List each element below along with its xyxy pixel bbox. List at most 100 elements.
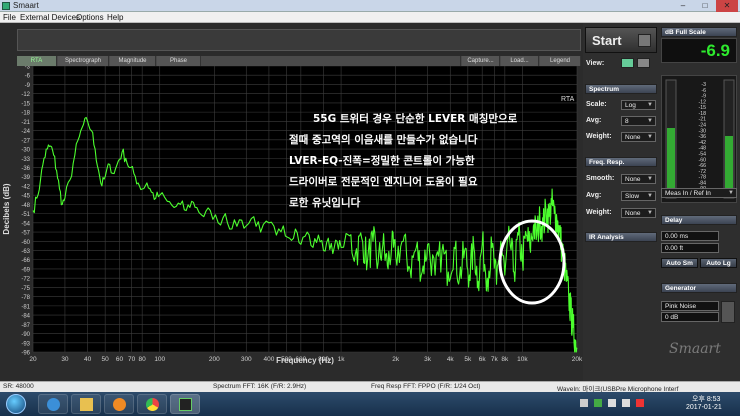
start-button[interactable]: Start	[585, 27, 657, 53]
annotation-line-2: 절때 중고역의 이음새를 만들수가 없습니다	[289, 133, 478, 146]
generator-type-field[interactable]: Pink Noise	[661, 301, 719, 311]
delay-header: Delay	[661, 215, 737, 225]
generator-toggle[interactable]	[721, 301, 735, 323]
taskbar-ie[interactable]	[38, 394, 68, 414]
auto-sm-button[interactable]: Auto Sm	[661, 258, 698, 268]
scale-label: Scale:	[586, 101, 607, 108]
minimize-button[interactable]: –	[672, 0, 694, 12]
meter-graphic: -3-6-9-12-15-18-21-24-30-36-42-48-54-60-…	[665, 79, 735, 199]
annotation-line-1: 55G 트위터 경우 단순한 LEVER 매칭만으로	[313, 112, 518, 125]
x-tick-label: 2k	[392, 356, 400, 363]
spectrum-weight-select[interactable]: None ▼	[621, 132, 656, 142]
chevron-down-icon: ▼	[728, 190, 734, 196]
delay-ft-field[interactable]: 0.00 ft	[661, 243, 719, 253]
menu-file[interactable]: File	[3, 13, 16, 22]
meter-fill-left	[667, 128, 675, 197]
generator-level-field[interactable]: 0 dB	[661, 312, 719, 322]
dbfs-readout: -6.9	[661, 38, 737, 63]
taskbar-media[interactable]	[104, 394, 134, 414]
x-tick-label: 6k	[479, 356, 487, 363]
taskbar-explorer[interactable]	[71, 394, 101, 414]
freq-weight-label: Weight:	[586, 209, 612, 216]
title-bar: Smaart – □ ✕	[0, 0, 740, 12]
scale-value: Log	[625, 102, 636, 109]
app-icon	[2, 2, 10, 10]
legend-button[interactable]: Legend	[540, 56, 581, 66]
auto-lg-button[interactable]: Auto Lg	[700, 258, 737, 268]
spectrum-avg-select[interactable]: 8 ▼	[621, 116, 656, 126]
y-axis-label: Decibels (dB)	[2, 183, 11, 234]
x-tick-label: 80	[139, 356, 147, 363]
y-tick-label: -57	[21, 231, 30, 237]
rta-chart[interactable]: -3 -6 -9 -12 -15 -18 -21 -24 -27 -30 -33 -36 -39 -42 -…	[0, 66, 584, 369]
y-tick-label: -24	[21, 129, 30, 135]
x-tick-label: 4k	[447, 356, 455, 363]
y-tick-label: -51	[21, 212, 30, 218]
windows-start-icon[interactable]	[6, 394, 26, 414]
y-tick-label: -18	[21, 111, 30, 117]
tray-app-icon[interactable]	[594, 399, 602, 407]
tray-volume-icon[interactable]	[622, 399, 630, 407]
y-tick-label: -15	[21, 101, 30, 107]
menu-options[interactable]: Options	[76, 13, 104, 22]
view-label: View:	[586, 60, 605, 67]
tab-magnitude[interactable]: Magnitude	[110, 56, 156, 66]
freq-weight-value: None	[625, 210, 641, 217]
meas-ref-select[interactable]: Meas In / Ref In ▼	[661, 188, 737, 198]
dbfs-header: dB Full Scale	[661, 27, 737, 37]
ir-analysis-button[interactable]: IR Analysis	[585, 232, 657, 242]
app-window: Smaart – □ ✕ File External Devices Optio…	[0, 0, 740, 416]
y-tick-label: -63	[21, 249, 30, 255]
freq-avg-select[interactable]: Slow ▼	[621, 191, 656, 201]
taskbar-smaart[interactable]	[170, 394, 200, 414]
freq-weight-select[interactable]: None ▼	[621, 208, 656, 218]
y-tick-label: -72	[21, 277, 30, 283]
y-tick-label: -84	[21, 314, 30, 320]
generator-type-value: Pink Noise	[665, 303, 697, 310]
tray-keyboard-icon[interactable]	[580, 399, 588, 407]
menu-external-devices[interactable]: External Devices	[20, 13, 80, 22]
x-tick-label: 30	[61, 356, 69, 363]
smooth-select[interactable]: None ▼	[621, 174, 656, 184]
scale-select[interactable]: Log ▼	[621, 100, 656, 110]
chevron-down-icon: ▼	[647, 193, 653, 199]
tray-network-icon[interactable]	[608, 399, 616, 407]
tab-bar: RTA Spectrograph Magnitude Phase Capture…	[17, 56, 581, 66]
x-tick-label: 400	[263, 356, 274, 363]
y-tick-label: -87	[21, 323, 30, 329]
clock-time[interactable]: 오후 8:53	[692, 394, 720, 404]
x-tick-label: 300	[241, 356, 252, 363]
taskbar-chrome[interactable]	[137, 394, 167, 414]
y-tick-label: -45	[21, 194, 30, 200]
capture-button[interactable]: Capture...	[462, 56, 500, 66]
chevron-down-icon: ▼	[647, 176, 653, 182]
y-tick-label: -42	[21, 184, 30, 190]
smaart-app-icon	[179, 398, 192, 411]
delay-ms-field[interactable]: 0.00 ms	[661, 231, 719, 241]
tab-spectrograph[interactable]: Spectrograph	[58, 56, 109, 66]
view-single-icon[interactable]	[621, 58, 634, 68]
close-button[interactable]: ✕	[716, 0, 738, 12]
annotation-line-4: 드라이버로 전문적인 엔지니어 도움이 필요	[289, 175, 478, 188]
menu-help[interactable]: Help	[107, 13, 123, 22]
clock-date[interactable]: 2017-01-21	[686, 404, 722, 411]
maximize-button[interactable]: □	[694, 0, 716, 12]
x-tick-label: 50	[102, 356, 110, 363]
tab-phase[interactable]: Phase	[157, 56, 201, 66]
y-tick-label: -36	[21, 166, 30, 172]
y-tick-label: -81	[21, 304, 30, 310]
plot-area	[33, 66, 577, 352]
y-tick-label: -60	[21, 240, 30, 246]
y-tick-label: -54	[21, 221, 30, 227]
tray-alert-icon[interactable]	[636, 399, 644, 407]
view-dual-icon[interactable]	[637, 58, 650, 68]
meas-ref-value: Meas In / Ref In	[665, 190, 711, 197]
ie-icon	[47, 398, 60, 411]
load-button[interactable]: Load...	[501, 56, 539, 66]
y-tick-label: -90	[21, 332, 30, 338]
x-tick-label: 70	[128, 356, 136, 363]
status-spectrum-fft: Spectrum FFT: 16K (F/R: 2.9Hz)	[213, 383, 307, 390]
y-tick-label: -78	[21, 295, 30, 301]
y-tick-label: -9	[25, 83, 31, 89]
tab-rta[interactable]: RTA	[17, 56, 57, 66]
